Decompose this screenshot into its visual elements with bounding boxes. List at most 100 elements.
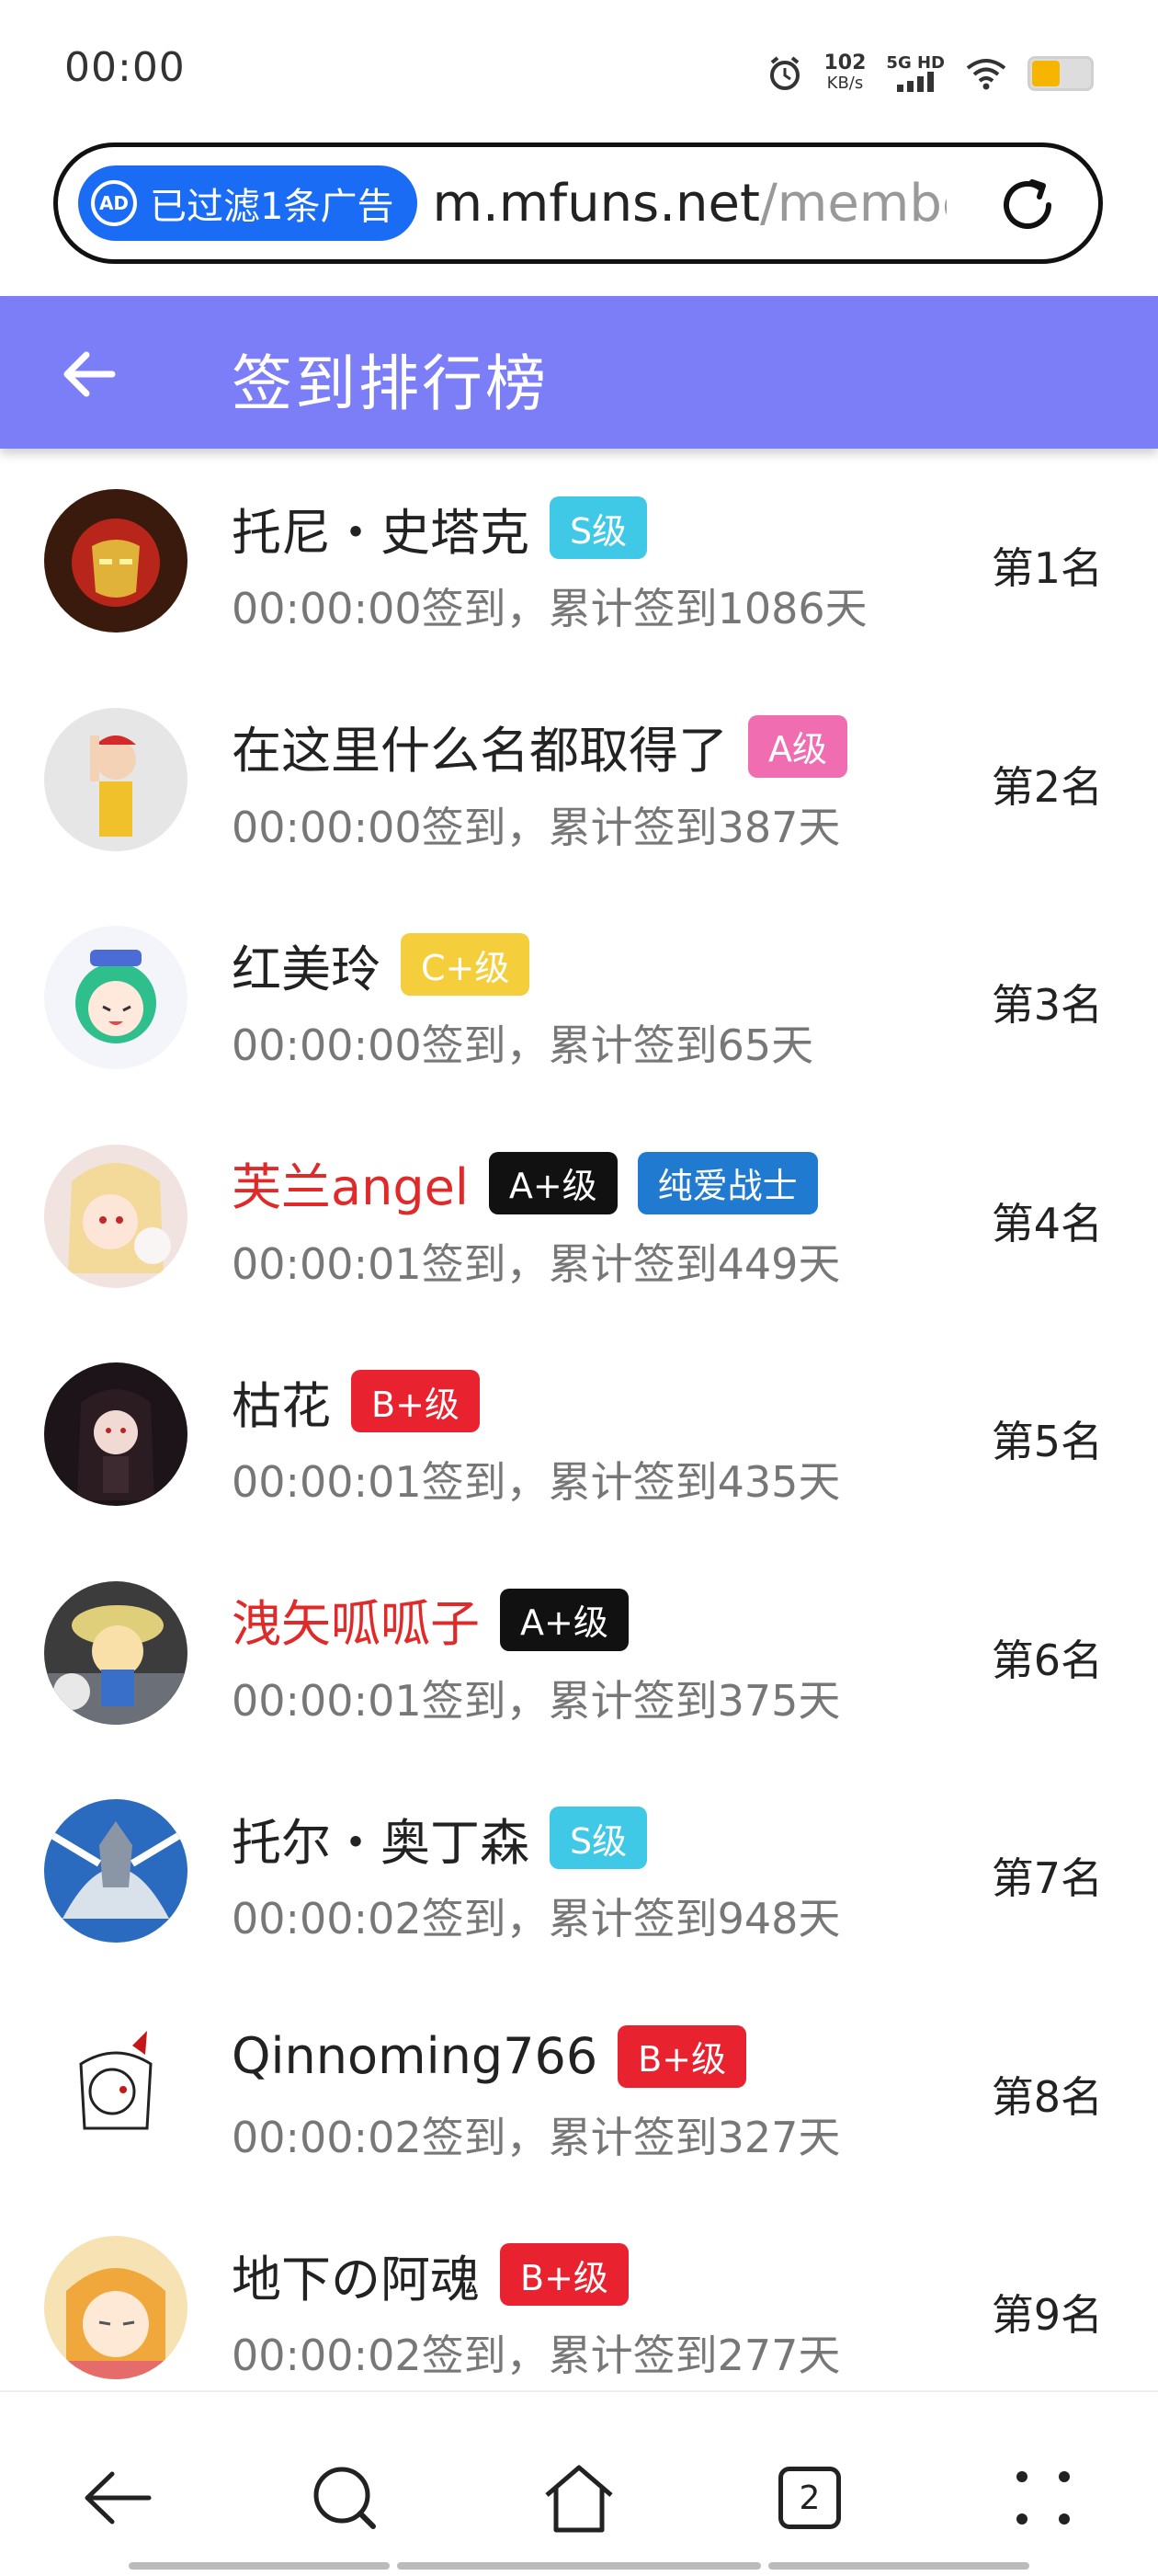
ranking-row[interactable]: 托尼・史塔克 S级 00:00:00签到，累计签到1086天 第1名 (0, 449, 1158, 667)
name-row: 托尼・史塔克 S级 (232, 492, 648, 564)
username[interactable]: 芙兰angel (232, 1146, 469, 1219)
username[interactable]: Qinnoming766 (232, 2027, 597, 2085)
cell-signal-icon (897, 72, 935, 92)
back-icon[interactable] (75, 2456, 158, 2539)
gesture-bar-left (129, 2562, 390, 2570)
tabs-button[interactable]: 2 (768, 2456, 851, 2539)
status-time: 00:00 (64, 44, 186, 91)
address-bar[interactable]: AD 已过滤1条广告 m.mfuns.net/membe (53, 142, 1103, 264)
rank-position: 第4名 (991, 1198, 1103, 1248)
home-icon[interactable] (538, 2456, 620, 2539)
level-badge: A级 (748, 714, 847, 778)
checkin-detail: 00:00:02签到，累计签到277天 (232, 2331, 841, 2380)
username[interactable]: 地下の阿魂 (232, 2239, 480, 2311)
level-badge: B+级 (500, 2243, 629, 2306)
username[interactable]: 托尼・史塔克 (232, 492, 529, 564)
checkin-detail: 00:00:00签到，累计签到1086天 (232, 584, 868, 633)
rank-position: 第8名 (991, 2071, 1103, 2122)
ranking-row[interactable]: 在这里什么名都取得了 A级 00:00:00签到，累计签到387天 第2名 (0, 667, 1158, 886)
level-badge: S级 (550, 1807, 648, 1869)
title-badge: 纯爱战士 (637, 1151, 818, 1214)
back-arrow-icon[interactable] (57, 342, 121, 406)
battery-fill (1032, 61, 1060, 86)
url-host: m.mfuns.net (432, 173, 760, 234)
battery-icon (1027, 56, 1094, 91)
checkin-detail: 00:00:01签到，累计签到435天 (232, 1457, 841, 1507)
orange-hair-avatar[interactable] (44, 2236, 187, 2379)
level-badge: S级 (550, 496, 648, 559)
rank-position: 第5名 (991, 1417, 1103, 1466)
name-row: 红美玲 C+级 (232, 931, 530, 998)
page-title: 签到排行榜 (232, 348, 549, 419)
ranking-row[interactable]: 洩矢呱呱子 A+级 00:00:01签到，累计签到375天 第6名 (0, 1541, 1158, 1760)
tabs-icon: 2 (778, 2467, 841, 2529)
level-badge: C+级 (401, 933, 530, 996)
rank-position: 第7名 (991, 1853, 1103, 1903)
reload-icon[interactable] (995, 173, 1060, 237)
net-speed: 102 KB/s (823, 53, 866, 94)
sketch-girl-avatar[interactable] (44, 2017, 187, 2161)
status-icons: 102 KB/s 5G HD (766, 46, 1094, 101)
level-badge: A+级 (500, 1588, 629, 1651)
cell-signal: 5G HD (886, 55, 945, 92)
tab-count: 2 (799, 2479, 821, 2517)
checkin-detail: 00:00:02签到，累计签到327天 (232, 2112, 841, 2162)
ad-filter-badge[interactable]: AD 已过滤1条广告 (78, 165, 418, 241)
checkin-detail: 00:00:02签到，累计签到948天 (232, 1894, 841, 1943)
level-badge: A+级 (488, 1151, 618, 1214)
gesture-bar-center (397, 2562, 761, 2570)
name-row: 枯花 B+级 (232, 1368, 480, 1435)
ranking-row[interactable]: 托尔・奥丁森 S级 00:00:02签到，累计签到948天 第7名 (0, 1759, 1158, 1978)
gesture-bar-right (768, 2562, 1029, 2570)
rank-position: 第2名 (991, 761, 1103, 812)
network-label: 5G HD (886, 53, 945, 73)
search-icon[interactable] (303, 2456, 386, 2539)
name-row: 芙兰angel A+级 纯爱战士 (232, 1150, 818, 1216)
alarm-icon (770, 56, 800, 90)
rank-position: 第9名 (991, 2290, 1103, 2340)
ranking-row[interactable]: 地下の阿魂 B+级 00:00:02签到，累计签到277天 第9名 (0, 2195, 1158, 2414)
ranking-row[interactable]: 红美玲 C+级 00:00:00签到，累计签到65天 第3名 (0, 885, 1158, 1104)
checkin-detail: 00:00:00签到，累计签到387天 (232, 802, 841, 852)
app-header: 签到排行榜 (0, 296, 1158, 449)
name-row: 地下の阿魂 B+级 (232, 2241, 629, 2308)
status-bar: 00:00 102 KB/s 5G HD (0, 0, 1158, 138)
wifi-icon (966, 59, 1006, 90)
checkin-detail: 00:00:01签到，累计签到449天 (232, 1238, 841, 1289)
ranking-list: 托尼・史塔克 S级 00:00:00签到，累计签到1086天 第1名在这里什么名都取得… (0, 449, 1158, 2414)
username[interactable]: 红美玲 (232, 929, 380, 1001)
dark-girl-avatar[interactable] (44, 1362, 187, 1506)
checkin-detail: 00:00:00签到，累计签到65天 (232, 1020, 814, 1070)
blonde-girl-avatar[interactable] (44, 1144, 187, 1288)
level-badge: B+级 (351, 1370, 480, 1432)
name-row: 托尔・奥丁森 S级 (232, 1805, 648, 1872)
url-path: /membe (759, 173, 948, 234)
plush-doll-avatar[interactable] (44, 1580, 187, 1725)
ranking-row[interactable]: 芙兰angel A+级 纯爱战士 00:00:01签到，累计签到449天 第4名 (0, 1104, 1158, 1323)
net-speed-value: 102 (823, 51, 867, 74)
net-speed-unit: KB/s (826, 74, 864, 93)
ad-block-icon: AD (91, 180, 137, 226)
rank-position: 第1名 (991, 543, 1103, 593)
username[interactable]: 枯花 (232, 1365, 331, 1438)
ranking-row[interactable]: Qinnoming766 B+级 00:00:02签到，累计签到327天 第8名 (0, 1978, 1158, 2196)
ranking-row[interactable]: 枯花 B+级 00:00:01签到，累计签到435天 第5名 (0, 1322, 1158, 1541)
name-row: Qinnoming766 B+级 (232, 2023, 747, 2090)
checkin-detail: 00:00:01签到，累计签到375天 (232, 1675, 841, 1726)
green-hair-avatar[interactable] (44, 926, 187, 1069)
rank-position: 第6名 (991, 1635, 1103, 1685)
browser-bottom-nav: 2 (0, 2390, 1158, 2576)
silver-warrior-avatar[interactable] (44, 1799, 187, 1943)
level-badge: B+级 (618, 2024, 747, 2088)
username[interactable]: 在这里什么名都取得了 (232, 710, 728, 782)
name-row: 在这里什么名都取得了 A级 (232, 713, 847, 780)
ad-filter-label: 已过滤1条广告 (150, 186, 394, 228)
url-text[interactable]: m.mfuns.net/membe (432, 174, 947, 234)
username[interactable]: 托尔・奥丁森 (232, 1802, 529, 1875)
name-row: 洩矢呱呱子 A+级 (232, 1587, 629, 1653)
clown-avatar[interactable] (44, 707, 187, 851)
menu-icon[interactable] (1002, 2456, 1084, 2539)
iron-man-avatar[interactable] (44, 489, 187, 633)
username[interactable]: 洩矢呱呱子 (232, 1583, 480, 1656)
rank-position: 第3名 (991, 980, 1103, 1030)
